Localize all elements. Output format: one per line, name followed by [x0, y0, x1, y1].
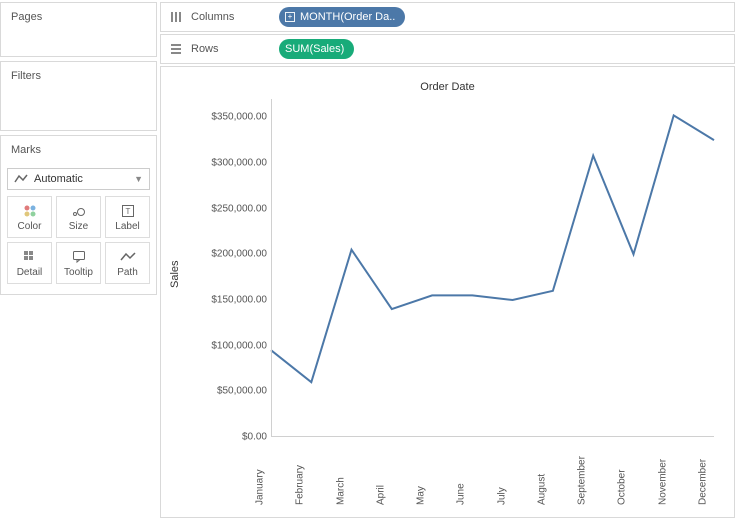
- rows-shelf[interactable]: Rows SUM(Sales): [160, 34, 735, 64]
- x-tick-label: January: [255, 469, 266, 505]
- x-tick-label: February: [295, 465, 306, 505]
- mark-type-dropdown[interactable]: Automatic ▼: [7, 168, 150, 190]
- expand-icon: +: [285, 12, 295, 22]
- plot-area: [271, 99, 714, 437]
- y-tick-label: $350,000.00: [187, 112, 267, 123]
- x-tick-label: June: [456, 483, 467, 505]
- y-tick-label: $100,000.00: [187, 340, 267, 351]
- mark-button-label: Size: [69, 221, 88, 232]
- rows-icon: [169, 43, 183, 55]
- mark-button-label: Path: [117, 267, 138, 278]
- x-tick-label: March: [335, 477, 346, 505]
- filters-panel: Filters: [0, 61, 157, 131]
- x-tick-label: October: [617, 469, 628, 505]
- mark-button-color[interactable]: Color: [7, 196, 52, 238]
- filters-label: Filters: [1, 62, 156, 90]
- y-tick-label: $250,000.00: [187, 203, 267, 214]
- line-mark-icon: [14, 173, 28, 185]
- marks-panel: Marks Automatic ▼ Color Size T Label Detail T…: [0, 135, 157, 295]
- color-icon: [23, 203, 37, 219]
- mark-button-label[interactable]: T Label: [105, 196, 150, 238]
- x-tick-label: August: [536, 474, 547, 505]
- marks-label: Marks: [1, 136, 156, 164]
- mark-button-label: Color: [18, 221, 42, 232]
- y-ticks: $0.00$50,000.00$100,000.00$150,000.00$20…: [187, 99, 267, 437]
- line-chart: [271, 99, 714, 437]
- chart-panel: Order Date Sales $0.00 $50,000.00 $100,000…: [160, 66, 735, 518]
- mark-button-path[interactable]: Path: [105, 242, 150, 284]
- mark-button-tooltip[interactable]: Tooltip: [56, 242, 101, 284]
- columns-label: Columns: [191, 11, 271, 23]
- x-tick-label: April: [375, 485, 386, 505]
- x-tick-label: November: [657, 459, 668, 505]
- mark-button-detail[interactable]: Detail: [7, 242, 52, 284]
- mark-button-label: Detail: [17, 267, 43, 278]
- y-axis-label: Sales: [169, 260, 181, 288]
- pages-panel: Pages: [0, 2, 157, 57]
- y-tick-label: $50,000.00: [187, 386, 267, 397]
- x-ticks: JanuaryFebruaryMarchAprilMayJuneJulyAugu…: [271, 437, 714, 507]
- y-axis-line: [271, 99, 272, 437]
- x-tick-label: July: [496, 487, 507, 505]
- x-tick-label: December: [698, 459, 709, 505]
- columns-shelf[interactable]: Columns + MONTH(Order Da..: [160, 2, 735, 32]
- path-icon: [120, 249, 136, 265]
- mark-button-label: Tooltip: [64, 267, 93, 278]
- rows-pill-label: SUM(Sales): [285, 43, 344, 55]
- x-tick-label: September: [577, 456, 588, 505]
- size-icon: [71, 203, 87, 219]
- svg-text:T: T: [125, 207, 130, 216]
- y-tick-label: $150,000.00: [187, 294, 267, 305]
- tooltip-icon: [72, 249, 86, 265]
- columns-icon: [169, 11, 183, 23]
- y-tick-label: $200,000.00: [187, 249, 267, 260]
- pages-label: Pages: [1, 3, 156, 31]
- detail-icon: [23, 249, 37, 265]
- y-tick-label: $300,000.00: [187, 157, 267, 168]
- chart-body: Sales $0.00 $50,000.00 $100,000.00 $150,000…: [171, 99, 724, 507]
- columns-pill-label: MONTH(Order Da..: [300, 11, 395, 23]
- mark-button-label: Label: [115, 221, 139, 232]
- caret-down-icon: ▼: [134, 174, 143, 184]
- y-tick-label: $0.00: [187, 432, 267, 443]
- chart-title: Order Date: [171, 81, 724, 93]
- label-icon: T: [121, 203, 135, 219]
- x-tick-label: May: [416, 486, 427, 505]
- mark-type-label: Automatic: [34, 173, 134, 185]
- mark-button-size[interactable]: Size: [56, 196, 101, 238]
- rows-label: Rows: [191, 43, 271, 55]
- columns-pill[interactable]: + MONTH(Order Da..: [279, 7, 405, 27]
- rows-pill[interactable]: SUM(Sales): [279, 39, 354, 59]
